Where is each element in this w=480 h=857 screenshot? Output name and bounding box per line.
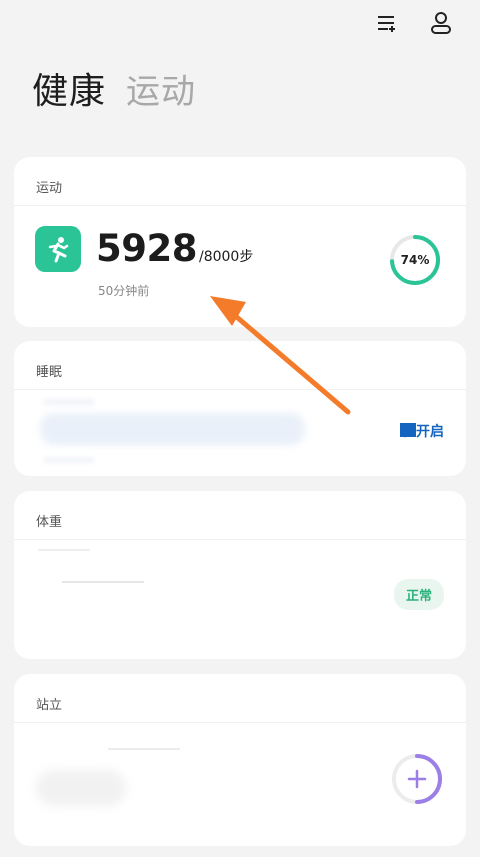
divider — [14, 722, 466, 723]
tab-exercise[interactable]: 运动 — [126, 64, 196, 113]
divider — [14, 389, 466, 390]
blurred-content — [108, 748, 180, 750]
progress-ring: 74% — [388, 233, 442, 287]
main-tabs: 健康 运动 — [32, 62, 196, 114]
sleep-card[interactable]: 睡眠 往开启 — [14, 341, 466, 476]
card-title: 运动 — [36, 181, 63, 196]
card-title: 体重 — [36, 515, 63, 530]
blurred-content — [44, 457, 94, 463]
running-person-icon — [35, 226, 81, 272]
steps-value: 5928 — [96, 227, 197, 270]
top-toolbar — [374, 10, 454, 36]
weight-card[interactable]: 体重 正常 — [14, 491, 466, 659]
blurred-content — [62, 581, 144, 583]
divider — [14, 205, 466, 206]
list-add-icon[interactable] — [374, 10, 400, 36]
progress-label: 74% — [400, 253, 430, 267]
card-title: 睡眠 — [36, 365, 63, 380]
divider — [14, 539, 466, 540]
blurred-content — [38, 549, 90, 551]
card-title: 站立 — [36, 698, 63, 713]
profile-icon[interactable] — [428, 10, 454, 36]
sleep-enable-link[interactable]: 往开启 — [400, 421, 444, 441]
last-updated: 50分钟前 — [98, 284, 150, 298]
steps-goal: /8000步 — [198, 249, 254, 265]
exercise-card[interactable]: 运动 5928 /8000步 50分钟前 74% — [14, 157, 466, 327]
blurred-content — [36, 770, 126, 806]
blurred-content — [40, 413, 305, 445]
plus-icon[interactable] — [390, 752, 444, 806]
tab-health[interactable]: 健康 — [32, 62, 106, 114]
stand-card[interactable]: 站立 — [14, 674, 466, 846]
blurred-content — [44, 399, 94, 405]
status-badge: 正常 — [393, 579, 444, 610]
steps-readout: 5928 /8000步 — [96, 227, 253, 270]
